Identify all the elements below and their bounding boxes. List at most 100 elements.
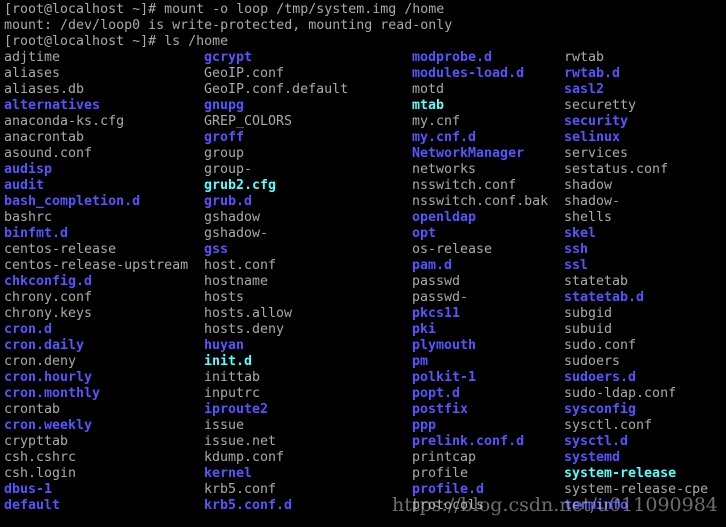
- ls-entry-directory: pkcs11: [412, 306, 461, 321]
- ls-entry-file: subuid: [564, 322, 613, 337]
- ls-entry-file: host.conf: [204, 258, 277, 273]
- ls-entry-directory: chkconfig.d: [4, 274, 93, 289]
- ls-entry-file: cron.deny: [4, 354, 77, 369]
- ls-entry-file: my.cnf: [412, 114, 461, 129]
- ls-entry-file: adjtime: [4, 50, 61, 65]
- ls-entry-file: shells: [564, 210, 613, 225]
- ls-entry-file: anacrontab: [4, 130, 85, 145]
- ls-entry-file: chrony.keys: [4, 306, 93, 321]
- ls-entry-file: anaconda-ks.cfg: [4, 114, 125, 129]
- ls-entry-file: gshadow: [204, 210, 261, 225]
- ls-entry-directory: selinux: [564, 130, 621, 145]
- ls-entry-directory: ssh: [564, 242, 589, 257]
- command-line-mount: [root@localhost ~]# mount -o loop /tmp/s…: [4, 2, 445, 17]
- ls-entry-directory: krb5.conf.d: [204, 498, 293, 513]
- ls-entry-file: sudo.conf: [564, 338, 637, 353]
- ls-entry-file: hosts.allow: [204, 306, 293, 321]
- ls-entry-directory: binfmt.d: [4, 226, 69, 241]
- ls-entry-directory: postfix: [412, 402, 469, 417]
- ls-entry-file: passwd: [412, 274, 461, 289]
- ls-entry-file: services: [564, 146, 629, 161]
- ls-entry-file: sysctl.conf: [564, 418, 653, 433]
- ls-entry-file: csh.login: [4, 466, 77, 481]
- ls-entry-directory: ssl: [564, 258, 589, 273]
- mount-output-line: mount: /dev/loop0 is write-protected, mo…: [4, 18, 453, 33]
- ls-entry-directory: sysctl.d: [564, 434, 629, 449]
- ls-entry-directory: gcrypt: [204, 50, 253, 65]
- ls-entry-file: printcap: [412, 450, 477, 465]
- ls-entry-file: issue.net: [204, 434, 277, 449]
- ls-entry-symlink: init.d: [204, 354, 253, 369]
- ls-entry-directory: plymouth: [412, 338, 477, 353]
- ls-entry-directory: modprobe.d: [412, 50, 493, 65]
- ls-entry-file: aliases: [4, 66, 61, 81]
- ls-entry-file: motd: [412, 82, 445, 97]
- ls-entry-file: chrony.conf: [4, 290, 93, 305]
- ls-entry-directory: statetab.d: [564, 290, 645, 305]
- ls-entry-file: kdump.conf: [204, 450, 285, 465]
- ls-entry-directory: huyan: [204, 338, 245, 353]
- ls-entry-file: GeoIP.conf.default: [204, 82, 349, 97]
- ls-entry-file: aliases.db: [4, 82, 85, 97]
- ls-entry-directory: groff: [204, 130, 245, 145]
- ls-entry-file: os-release: [412, 242, 493, 257]
- ls-entry-directory: cron.weekly: [4, 418, 93, 433]
- ls-entry-directory: audisp: [4, 162, 53, 177]
- ls-entry-file: securetty: [564, 98, 637, 113]
- ls-entry-file: bashrc: [4, 210, 53, 225]
- ls-entry-file: GREP_COLORS: [204, 114, 293, 129]
- ls-entry-directory: iproute2: [204, 402, 269, 417]
- ls-entry-file: subgid: [564, 306, 613, 321]
- ls-entry-directory: sasl2: [564, 82, 605, 97]
- ls-entry-file: sestatus.conf: [564, 162, 669, 177]
- ls-entry-directory: gss: [204, 242, 229, 257]
- ls-entry-file: centos-release-upstream: [4, 258, 189, 273]
- ls-entry-directory: dbus-1: [4, 482, 53, 497]
- ls-entry-file: statetab: [564, 274, 629, 289]
- ls-entry-directory: gnupg: [204, 98, 245, 113]
- ls-entry-file: gshadow-: [204, 226, 269, 241]
- ls-entry-file: hostname: [204, 274, 269, 289]
- ls-entry-symlink: system-release: [564, 466, 677, 481]
- ls-entry-directory: cron.monthly: [4, 386, 101, 401]
- ls-entry-directory: pam.d: [412, 258, 453, 273]
- ls-entry-directory: default: [4, 498, 61, 513]
- ls-entry-directory: bash_completion.d: [4, 194, 141, 209]
- ls-entry-directory: cron.hourly: [4, 370, 93, 385]
- ls-entry-file: crontab: [4, 402, 61, 417]
- ls-entry-directory: NetworkManager: [412, 146, 525, 161]
- ls-entry-directory: alternatives: [4, 98, 101, 113]
- ls-entry-directory: kernel: [204, 466, 253, 481]
- ls-entry-file: csh.cshrc: [4, 450, 77, 465]
- ls-entry-directory: grub.d: [204, 194, 253, 209]
- ls-entry-file: group: [204, 146, 245, 161]
- ls-entry-file: profile: [412, 466, 469, 481]
- ls-entry-file: sudo-ldap.conf: [564, 386, 677, 401]
- ls-entry-file: nsswitch.conf: [412, 178, 517, 193]
- ls-entry-file: inittab: [204, 370, 261, 385]
- ls-entry-directory: opt: [412, 226, 437, 241]
- ls-entry-file: issue: [204, 418, 245, 433]
- ls-entry-file: asound.conf: [4, 146, 93, 161]
- ls-entry-file: centos-release: [4, 242, 117, 257]
- ls-entry-directory: cron.daily: [4, 338, 85, 353]
- ls-entry-directory: pki: [412, 322, 437, 337]
- ls-entry-file: shadow-: [564, 194, 621, 209]
- watermark: https://blog.csdn.net/u011090984: [392, 494, 718, 516]
- ls-entry-symlink: grub2.cfg: [204, 178, 277, 193]
- ls-entry-directory: rwtab.d: [564, 66, 621, 81]
- ls-entry-file: crypttab: [4, 434, 69, 449]
- ls-entry-file: sudoers: [564, 354, 621, 369]
- ls-entry-directory: sysconfig: [564, 402, 637, 417]
- ls-entry-file: passwd-: [412, 290, 469, 305]
- ls-entry-file: hosts: [204, 290, 245, 305]
- ls-entry-file: group-: [204, 162, 253, 177]
- ls-entry-file: networks: [412, 162, 477, 177]
- ls-entry-directory: sudoers.d: [564, 370, 637, 385]
- ls-entry-directory: ppp: [412, 418, 437, 433]
- ls-entry-file: shadow: [564, 178, 613, 193]
- ls-entry-symlink: mtab: [412, 98, 445, 113]
- ls-entry-file: inputrc: [204, 386, 261, 401]
- ls-entry-file: nsswitch.conf.bak: [412, 194, 549, 209]
- command-line-ls: [root@localhost ~]# ls /home: [4, 34, 229, 49]
